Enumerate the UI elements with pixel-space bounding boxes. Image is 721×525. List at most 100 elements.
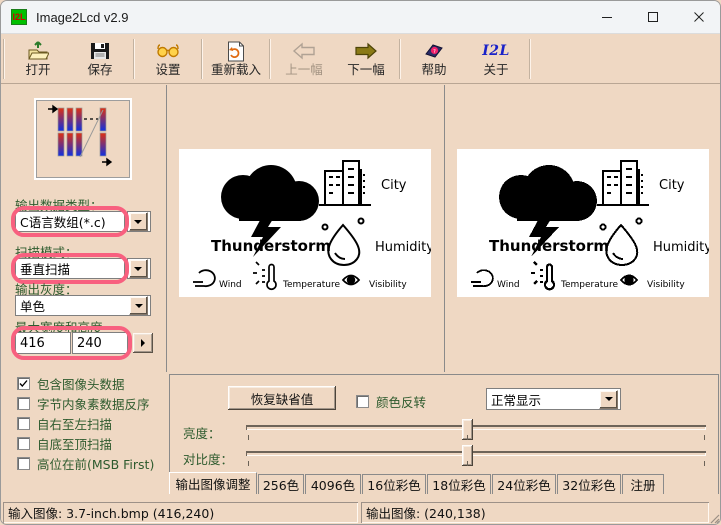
temperature-label-text: Temperature <box>282 280 340 290</box>
checkbox-label: 字节内象素数据反序 <box>37 397 150 412</box>
temperature-label-text: Temperature <box>560 280 618 290</box>
help-button-label: 帮助 <box>421 62 447 77</box>
tab-18bit-color[interactable]: 18位彩色 <box>427 474 491 494</box>
slider-tick <box>467 461 468 466</box>
reload-button[interactable]: 重新载入 <box>205 36 267 81</box>
close-icon[interactable] <box>676 1 720 33</box>
about-button[interactable]: I2L 关于 <box>465 36 527 81</box>
humidity-label-text: Humidity <box>653 240 709 255</box>
max-width-input[interactable]: 416 <box>15 332 71 354</box>
slider-tick <box>248 435 249 440</box>
about-button-label: 关于 <box>483 62 509 77</box>
display-mode-value: 正常显示 <box>491 392 542 408</box>
save-button[interactable]: 保存 <box>69 36 131 81</box>
display-mode-combo[interactable]: 正常显示 <box>486 388 621 410</box>
brightness-slider-track[interactable] <box>246 425 706 430</box>
app-icon: I2L <box>11 9 27 25</box>
open-button[interactable]: 打开 <box>7 36 69 81</box>
help-book-icon: ? <box>422 40 446 62</box>
options-panel: 输出数据类型： C语言数组(*.c) 扫描模式： 垂直扫描 输出灰度： 单色 最… <box>1 85 166 493</box>
restore-defaults-button[interactable]: 恢复缺省值 <box>228 386 336 410</box>
toolbar-separator <box>3 38 5 79</box>
toolbar-separator <box>269 38 271 79</box>
weather-widget-graphic-mono: Thunderstorm City Humidity Wind Temperat… <box>471 160 709 291</box>
tab-16bit-color[interactable]: 16位彩色 <box>362 474 426 494</box>
visibility-label-text: Visibility <box>647 280 685 290</box>
city-label-text: City <box>659 178 685 193</box>
scan-mode-combo[interactable]: 垂直扫描 <box>15 258 125 279</box>
minimize-icon[interactable] <box>584 1 630 33</box>
size-apply-button[interactable] <box>132 332 154 354</box>
izl-logo-icon: I2L <box>482 43 510 59</box>
tab-output-adjust[interactable]: 输出图像调整 <box>169 472 257 494</box>
previous-image-button[interactable]: 上一幅 <box>273 36 335 81</box>
tab-32bit-color[interactable]: 32位彩色 <box>557 474 621 494</box>
max-height-input[interactable]: 240 <box>72 332 128 354</box>
resize-grip-icon[interactable] <box>704 508 720 524</box>
contrast-slider-track[interactable] <box>246 451 706 456</box>
humidity-label-text: Humidity <box>375 240 431 255</box>
reload-file-icon <box>224 40 248 62</box>
contrast-label: 对比度： <box>183 452 234 467</box>
slider-tick <box>248 461 249 466</box>
chevron-down-icon[interactable] <box>129 296 148 315</box>
output-image-canvas: Thunderstorm City Humidity Wind Temperat… <box>457 149 709 297</box>
arrow-right-icon <box>354 40 378 62</box>
output-type-combo[interactable]: C语言数组(*.c) <box>15 211 125 232</box>
tab-256-colors[interactable]: 256色 <box>258 474 304 494</box>
settings-button[interactable]: 设置 <box>137 36 199 81</box>
open-button-label: 打开 <box>25 62 51 77</box>
source-image-preview[interactable]: Thunderstorm City Humidity Wind Temperat… <box>166 85 444 372</box>
status-input-image: 输入图像: 3.7-inch.bmp (416,240) <box>3 502 358 523</box>
output-gray-combo[interactable]: 单色 <box>15 295 151 316</box>
invert-color-label: 颜色反转 <box>376 395 427 410</box>
floppy-save-icon <box>88 40 112 62</box>
chevron-right-icon <box>141 339 145 347</box>
chevron-down-icon[interactable] <box>599 389 618 409</box>
weather-widget-graphic: Thunderstorm City Humidity Wind Temperat… <box>193 160 431 291</box>
glasses-settings-icon <box>156 40 180 62</box>
checkbox-box <box>356 395 369 408</box>
toolbar-separator <box>529 38 531 79</box>
help-button[interactable]: ? 帮助 <box>403 36 465 81</box>
toolbar-separator <box>133 38 135 79</box>
chevron-down-icon <box>128 259 148 278</box>
checkbox-reverse-byte-pixels[interactable]: 字节内象素数据反序 <box>17 394 150 413</box>
checkbox-right-to-left[interactable]: 自右至左扫描 <box>17 414 112 433</box>
tab-4096-colors[interactable]: 4096色 <box>305 474 361 494</box>
window-title: Image2Lcd v2.9 <box>36 9 129 25</box>
chevron-down-icon <box>128 212 148 231</box>
checkbox-label: 自右至左扫描 <box>37 417 113 432</box>
slider-tick <box>704 461 705 466</box>
vertical-scan-diagram <box>34 98 132 180</box>
window-controls <box>584 1 720 34</box>
checkbox-include-header[interactable]: 包含图像头数据 <box>17 374 125 393</box>
checkbox-label: 包含图像头数据 <box>37 377 125 392</box>
scan-mode-dropdown-button[interactable] <box>127 258 151 279</box>
checkbox-msb-first[interactable]: 高位在前(MSB First) <box>17 454 154 473</box>
arrow-left-icon <box>292 40 316 62</box>
source-image-canvas: Thunderstorm City Humidity Wind Temperat… <box>179 149 431 297</box>
brightness-label: 亮度： <box>183 426 221 441</box>
main-label-text: Thunderstorm <box>211 237 331 255</box>
wind-label-text: Wind <box>219 280 242 290</box>
slider-tick <box>704 435 705 440</box>
checkbox-bottom-to-top[interactable]: 自底至顶扫描 <box>17 434 112 453</box>
svg-text:?: ? <box>433 49 436 55</box>
maximize-icon[interactable] <box>630 1 676 33</box>
output-type-dropdown-button[interactable] <box>127 211 151 232</box>
output-type-value: C语言数组(*.c) <box>20 215 106 230</box>
invert-color-checkbox[interactable]: 颜色反转 <box>356 392 426 411</box>
tab-register[interactable]: 注册 <box>622 474 664 494</box>
slider-tick <box>467 435 468 440</box>
image2lcd-window: I2L Image2Lcd v2.9 打开 保存 设置 重新载入 上一幅 下一幅… <box>0 0 721 525</box>
tab-24bit-color[interactable]: 24位彩色 <box>492 474 556 494</box>
save-button-label: 保存 <box>87 62 113 77</box>
reload-button-label: 重新载入 <box>210 62 261 77</box>
next-image-button[interactable]: 下一幅 <box>335 36 397 81</box>
checkbox-box <box>17 377 30 390</box>
output-image-preview[interactable]: Thunderstorm City Humidity Wind Temperat… <box>444 85 720 372</box>
main-label-text: Thunderstorm <box>489 237 609 255</box>
city-label-text: City <box>381 178 407 193</box>
toolbar-separator <box>399 38 401 79</box>
